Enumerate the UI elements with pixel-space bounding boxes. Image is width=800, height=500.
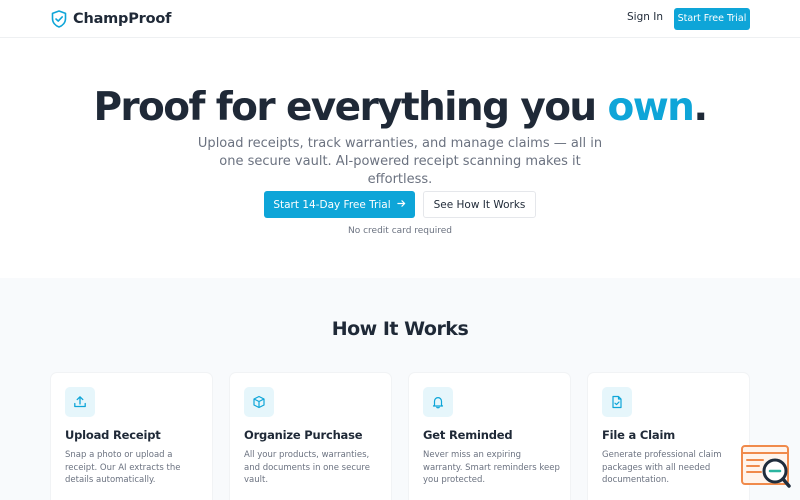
card-description: Snap a photo or upload a receipt. Our AI… xyxy=(65,450,181,485)
hero-title-end: . xyxy=(693,85,708,130)
step-card-claim: File a Claim Generate professional claim… xyxy=(588,373,749,500)
card-description: All your products, warranties, and docum… xyxy=(244,450,370,485)
section-title: How It Works xyxy=(331,318,469,340)
hero-title-main: Proof for everything you xyxy=(93,85,608,130)
upload-icon xyxy=(65,387,95,417)
see-how-it-works-button[interactable]: See How It Works xyxy=(423,191,536,218)
card-title: File a Claim xyxy=(602,428,675,442)
step-card-organize: Organize Purchase All your products, war… xyxy=(230,373,391,500)
site-header: ChampProof Sign In Start Free Trial xyxy=(0,0,800,38)
card-description: Never miss an expiring warranty. Smart r… xyxy=(423,450,560,485)
bell-icon xyxy=(423,387,453,417)
card-title: Upload Receipt xyxy=(65,428,161,442)
brand-name: ChampProof xyxy=(73,11,172,27)
card-title: Organize Purchase xyxy=(244,428,363,442)
start-trial-cta-button[interactable]: Start 14-Day Free Trial xyxy=(264,191,415,218)
arrow-right-icon xyxy=(396,199,406,211)
sign-in-link[interactable]: Sign In xyxy=(622,11,668,23)
brand-logo[interactable]: ChampProof xyxy=(51,10,171,28)
hero-title-accent: own xyxy=(607,85,695,130)
box-icon xyxy=(244,387,274,417)
how-it-works-section: How It Works Upload Receipt Snap a photo… xyxy=(0,278,800,500)
help-chat-widget[interactable] xyxy=(741,445,791,489)
step-card-upload: Upload Receipt Snap a photo or upload a … xyxy=(51,373,212,500)
shield-check-icon xyxy=(51,10,67,28)
step-card-remind: Get Reminded Never miss an expiring warr… xyxy=(409,373,570,500)
card-description: Generate professional claim packages wit… xyxy=(602,450,722,485)
card-title: Get Reminded xyxy=(423,428,513,442)
no-credit-card-note: No credit card required xyxy=(348,226,452,236)
hero-subtitle: Upload receipts, track warranties, and m… xyxy=(197,136,603,187)
hero-title: Proof for everything you own. xyxy=(0,84,800,132)
chat-search-icon xyxy=(741,445,791,488)
document-check-icon xyxy=(602,387,632,417)
start-free-trial-button[interactable]: Start Free Trial xyxy=(674,8,750,30)
start-trial-cta-label: Start 14-Day Free Trial xyxy=(273,198,391,211)
